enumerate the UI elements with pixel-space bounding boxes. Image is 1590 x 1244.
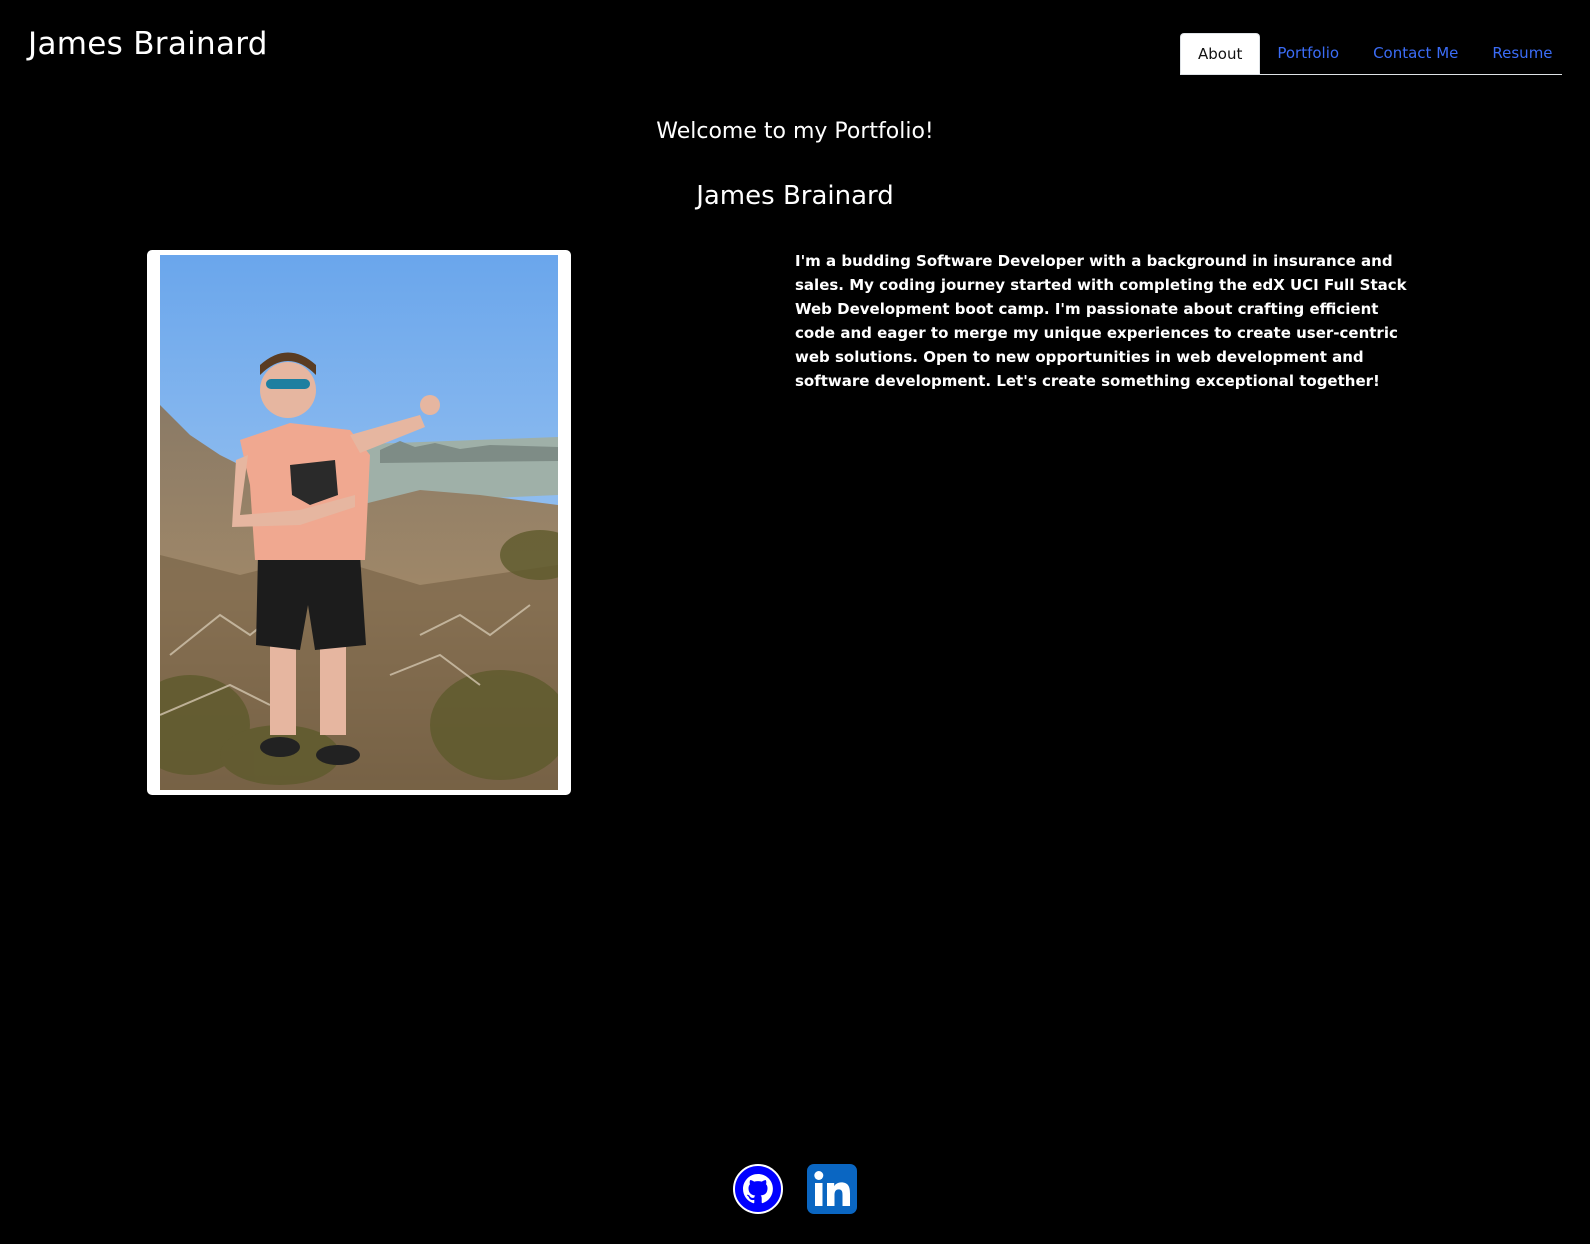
tab-portfolio[interactable]: Portfolio bbox=[1260, 33, 1356, 74]
tab-contact-me[interactable]: Contact Me bbox=[1356, 33, 1475, 74]
linkedin-icon[interactable] bbox=[807, 1164, 857, 1214]
github-icon[interactable] bbox=[733, 1164, 783, 1214]
bio-text: I'm a budding Software Developer with a … bbox=[795, 252, 1407, 390]
site-title: James Brainard bbox=[28, 26, 268, 62]
welcome-heading: Welcome to my Portfolio! bbox=[656, 119, 934, 144]
tab-resume[interactable]: Resume bbox=[1475, 33, 1569, 74]
social-links bbox=[733, 1164, 857, 1214]
tab-about[interactable]: About bbox=[1180, 33, 1261, 74]
profile-name: James Brainard bbox=[696, 181, 894, 211]
page: James Brainard About Portfolio Contact M… bbox=[0, 0, 1590, 1244]
nav-tabs: About Portfolio Contact Me Resume bbox=[1180, 26, 1562, 75]
profile-photo-frame bbox=[147, 250, 571, 795]
profile-photo bbox=[160, 255, 558, 790]
